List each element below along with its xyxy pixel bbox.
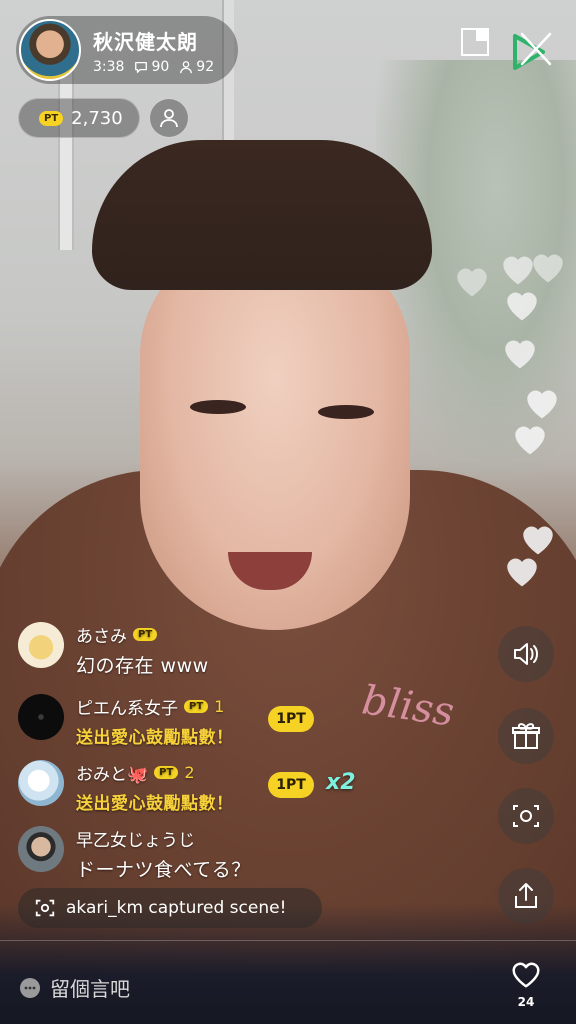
chat-comment: あさみ PT 幻の存在 www (18, 622, 209, 678)
like-count: 24 (517, 995, 535, 1009)
viewers-count: 92 (196, 58, 215, 75)
close-icon[interactable] (516, 26, 554, 70)
gift-point-chip: 1PT (268, 772, 314, 798)
gift-message: 送出愛心鼓勵點數！ (76, 728, 234, 748)
viewers-stat: 92 (179, 59, 214, 75)
share-button[interactable] (498, 868, 554, 924)
live-stream-screen: bliss 秋沢健太朗 3:38 90 92 PT 2,730 あさみ PT 幻… (0, 0, 576, 1024)
picture-in-picture-icon[interactable] (460, 27, 490, 57)
commenter-name[interactable]: あさみ (76, 622, 127, 647)
points-pill[interactable]: PT 2,730 (18, 98, 140, 138)
chat-comment: おみと🐙 PT 2 送出愛心鼓勵點數！ (18, 760, 234, 814)
comment-text: 幻の存在 www (76, 655, 209, 677)
streamer-eye (190, 400, 246, 414)
gift-point-chip: 1PT (268, 706, 314, 732)
commenter-name[interactable]: 早乙女じょうじ (76, 826, 195, 851)
gift-button[interactable] (498, 708, 554, 764)
commenter-name[interactable]: おみと🐙 (76, 760, 148, 785)
volume-icon (514, 643, 538, 665)
pt-count: 1 (214, 697, 225, 716)
chat-comment: 早乙女じょうじ ドーナツ食べてる？ (18, 826, 251, 882)
host-info: 秋沢健太朗 3:38 90 92 (93, 26, 214, 75)
floating-heart-icon (528, 248, 568, 284)
volume-button[interactable] (498, 626, 554, 682)
streamer-bangs (92, 140, 432, 290)
floating-heart-icon (500, 334, 540, 370)
gift-multiplier: x2 (326, 770, 356, 795)
stream-duration: 3:38 (93, 58, 125, 75)
commenter-avatar[interactable] (18, 826, 64, 872)
host-avatar[interactable] (19, 19, 81, 81)
follow-button[interactable] (149, 98, 189, 138)
pt-badge: PT (184, 700, 209, 713)
heart-icon (512, 962, 540, 988)
commenter-name[interactable]: ピエん系女子 (76, 694, 178, 719)
commenter-avatar[interactable] (18, 760, 64, 806)
viewer-person-icon (180, 60, 193, 73)
floating-heart-icon (522, 384, 562, 420)
comment-text: ドーナツ食べてる？ (76, 859, 251, 881)
camera-capture-icon (35, 899, 55, 917)
capture-notice: akari_km captured scene! (18, 888, 322, 928)
pt-count: 2 (184, 763, 195, 782)
comments-count: 90 (151, 58, 170, 75)
comment-bubble-icon (135, 61, 148, 73)
comment-input[interactable]: 留個言吧 (18, 973, 130, 1002)
chat-comment: ピエん系女子 PT 1 送出愛心鼓勵點數！ (18, 694, 234, 748)
gift-message: 送出愛心鼓勵點數！ (76, 794, 234, 814)
floating-heart-icon (502, 286, 542, 322)
points-amount: 2,730 (71, 107, 123, 129)
gift-icon (512, 723, 540, 749)
host-stats: 3:38 90 92 (93, 59, 214, 75)
pt-badge: PT (154, 766, 179, 779)
capture-button[interactable] (498, 788, 554, 844)
commenter-avatar[interactable] (18, 694, 64, 740)
floating-heart-icon (518, 520, 558, 556)
pt-badge: PT (133, 628, 158, 641)
composer-bar: 留個言吧 24 (0, 940, 576, 1024)
floating-heart-icon (510, 420, 550, 456)
host-name: 秋沢健太朗 (93, 29, 198, 54)
commenter-avatar[interactable] (18, 622, 64, 668)
floating-heart-icon (452, 262, 492, 298)
comments-stat: 90 (134, 59, 169, 75)
like-button[interactable]: 24 (506, 959, 546, 1011)
streamer-eye (318, 405, 374, 419)
host-card[interactable]: 秋沢健太朗 3:38 90 92 (16, 16, 238, 84)
camera-capture-icon (513, 805, 539, 827)
pt-badge: PT (39, 110, 64, 126)
person-icon (160, 109, 178, 128)
floating-heart-icon (502, 552, 542, 588)
capture-notice-text: akari_km captured scene! (66, 898, 287, 918)
chat-bubble-icon (20, 977, 40, 998)
comment-placeholder: 留個言吧 (50, 977, 130, 1001)
share-icon (515, 883, 537, 908)
